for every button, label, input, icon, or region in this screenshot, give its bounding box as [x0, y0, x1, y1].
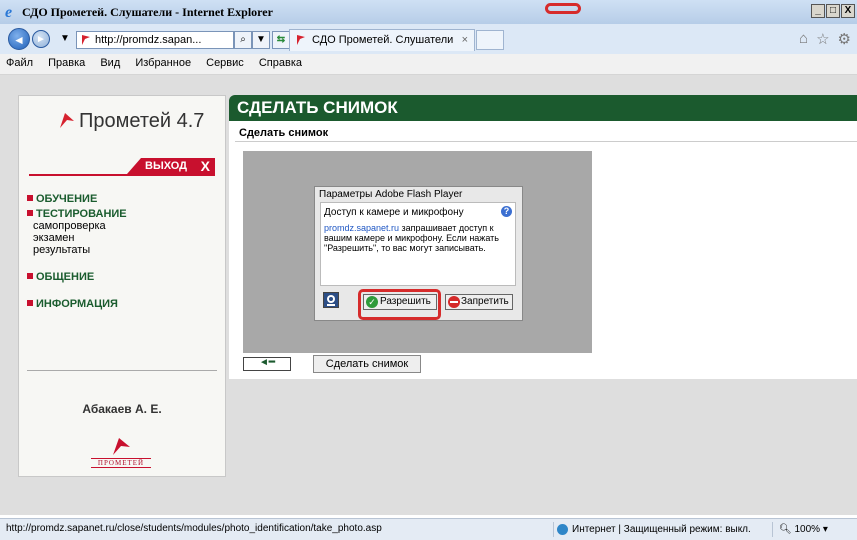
security-zone[interactable]: Интернет | Защищенный режим: выкл. [553, 522, 768, 537]
section-subtitle: Сделать снимок [239, 127, 329, 139]
deny-button[interactable]: Запретить [445, 294, 513, 310]
address-dropdown-icon[interactable]: ▼ [252, 31, 270, 49]
menu-favorites[interactable]: Избранное [129, 54, 197, 69]
status-bar: http://promdz.sapanet.ru/close/students/… [0, 518, 857, 540]
internet-explorer-icon: e [5, 4, 12, 19]
logo-text: Прометей 4.7 [79, 110, 205, 132]
footer-logo-text: ПРОМЕТЕЙ [91, 458, 151, 468]
history-dropdown-icon[interactable]: ▼ [56, 31, 74, 49]
flash-player-area: Параметры Adobe Flash Player Доступ к ка… [243, 151, 592, 353]
sidebar-divider [27, 370, 217, 371]
menu-bar: Файл Правка Вид Избранное Сервис Справка [0, 54, 857, 75]
chevron-down-icon: ▾ [820, 524, 828, 535]
exit-bar: ВЫХОД X [29, 158, 215, 176]
dialog-message: promdz.sapanet.ru запрашивает доступ к в… [324, 223, 514, 253]
maximize-button[interactable]: □ [826, 4, 840, 18]
menu-file[interactable]: Файл [0, 54, 39, 69]
minimize-button[interactable]: _ [811, 4, 825, 18]
help-icon[interactable]: ? [501, 206, 512, 217]
take-snapshot-button[interactable]: Сделать снимок [313, 355, 421, 373]
dialog-header: Доступ к камере и микрофону [324, 207, 464, 218]
dialog-title: Параметры Adobe Flash Player [319, 189, 463, 200]
sidebar-subitem-selfcheck[interactable]: самопроверка [33, 220, 215, 232]
deny-label: Запретить [461, 296, 509, 307]
toolbar-icons: ⌂ ☆ ⚙ [799, 30, 851, 48]
main-content: Сделать снимок Параметры Adobe Flash Pla… [229, 121, 857, 379]
webcam-icon [327, 295, 335, 306]
dialog-site-link: promdz.sapanet.ru [324, 223, 400, 233]
tab-close-icon[interactable]: × [462, 30, 468, 50]
allow-highlight-annotation [358, 289, 441, 320]
prometheus-flame-icon [113, 438, 130, 455]
status-url: http://promdz.sapanet.ru/close/students/… [6, 523, 382, 534]
zone-text: Интернет | Защищенный режим: выкл. [572, 524, 751, 535]
forward-arrow-icon[interactable]: ► [32, 30, 50, 48]
back-arrow-icon[interactable]: ◄ [8, 28, 30, 50]
dialog-body: Доступ к камере и микрофону ? promdz.sap… [320, 202, 516, 286]
navigation-bar: ◄ ► ▼ http://promdz.sapan... ⌕ ▼ ⇆ СДО П… [0, 24, 857, 54]
gear-icon[interactable]: ⚙ [838, 30, 851, 48]
sidebar-item-communication[interactable]: ОБЩЕНИЕ [27, 271, 215, 283]
window-controls: _ □ X [811, 4, 855, 18]
zoom-level: 100% [794, 524, 821, 535]
user-name: Абакаев А. Е. [82, 402, 162, 416]
close-button[interactable]: X [841, 4, 855, 18]
window-title: СДО Прометей. Слушатели - Internet Explo… [22, 5, 273, 19]
sidebar-menu: ОБУЧЕНИЕ ТЕСТИРОВАНИЕ самопроверка экзам… [27, 190, 215, 310]
search-icon[interactable]: ⌕ [234, 31, 252, 49]
highlight-annotation [545, 3, 581, 14]
subtitle-divider [235, 141, 857, 142]
menu-help[interactable]: Справка [253, 54, 308, 69]
sidebar-item-testing[interactable]: ТЕСТИРОВАНИЕ [27, 208, 215, 220]
prometheus-flame-icon [60, 113, 74, 128]
address-text: http://promdz.sapan... [95, 34, 202, 46]
svg-text:e: e [5, 4, 12, 19]
menu-edit[interactable]: Правка [42, 54, 91, 69]
zoom-control[interactable]: 🔍︎ 100% ▾ [772, 522, 852, 537]
close-icon: X [200, 158, 210, 174]
menu-tools[interactable]: Сервис [200, 54, 250, 69]
back-button[interactable]: ◄━ [243, 357, 291, 371]
home-icon[interactable]: ⌂ [799, 30, 808, 48]
site-flag-icon [82, 35, 90, 45]
camera-settings-icon[interactable] [323, 292, 339, 308]
footer-logo: ПРОМЕТЕЙ [91, 436, 151, 468]
sidebar-subitem-results[interactable]: результаты [33, 244, 215, 256]
stop-icon [448, 296, 460, 308]
window-titlebar: e СДО Прометей. Слушатели - Internet Exp… [0, 0, 857, 25]
address-input[interactable]: http://promdz.sapan... [76, 31, 234, 49]
sidebar-item-information[interactable]: ИНФОРМАЦИЯ [27, 298, 215, 310]
sidebar-item-learning[interactable]: ОБУЧЕНИЕ [27, 193, 215, 205]
prometheus-logo: Прометей 4.7 [59, 110, 204, 133]
sidebar-subitem-exam[interactable]: экзамен [33, 232, 215, 244]
back-arrow-icon: ◄━ [259, 357, 275, 368]
tab-title: СДО Прометей. Слушатели [312, 34, 454, 46]
site-flag-icon [297, 35, 305, 45]
tab-active[interactable]: СДО Прометей. Слушатели × [289, 29, 475, 51]
menu-view[interactable]: Вид [94, 54, 126, 69]
refresh-icon[interactable]: ⇆ [272, 31, 290, 49]
exit-label: ВЫХОД [145, 160, 188, 172]
page-title: СДЕЛАТЬ СНИМОК [229, 95, 857, 121]
exit-button[interactable]: ВЫХОД X [127, 158, 215, 174]
sidebar: Прометей 4.7 ВЫХОД X ОБУЧЕНИЕ ТЕСТИРОВАН… [18, 95, 226, 477]
new-tab-button[interactable] [476, 30, 504, 50]
globe-icon [557, 524, 568, 535]
page-area: Прометей 4.7 ВЫХОД X ОБУЧЕНИЕ ТЕСТИРОВАН… [0, 75, 857, 515]
zoom-icon: 🔍︎ [779, 524, 795, 535]
favorites-star-icon[interactable]: ☆ [816, 30, 829, 48]
